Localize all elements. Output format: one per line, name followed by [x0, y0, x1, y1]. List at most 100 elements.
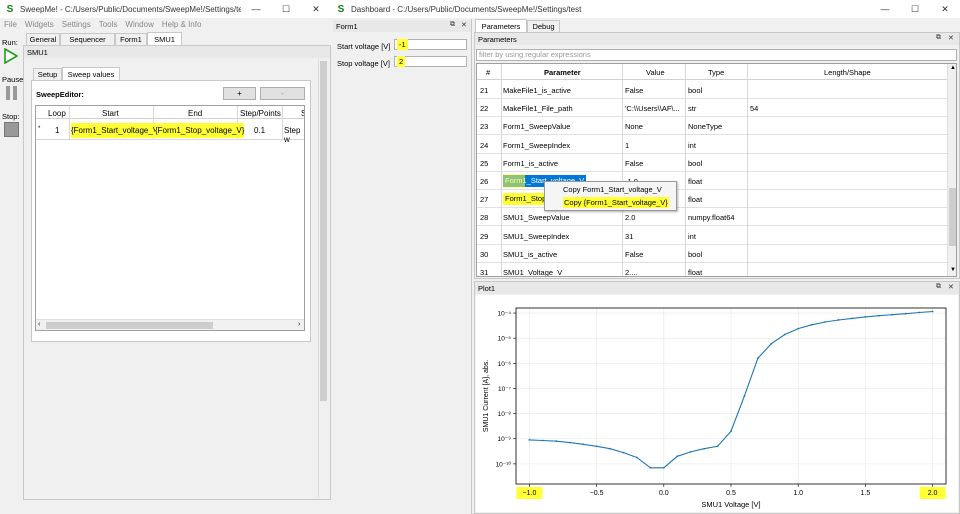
data-point — [622, 451, 625, 454]
parameter-filter-placeholder: filter by using regular expressions — [479, 50, 591, 59]
param-num: 24 — [480, 140, 489, 150]
param-name: SMU1_SweepValue — [503, 213, 570, 223]
form1-close-icon[interactable]: ✕ — [461, 21, 467, 29]
param-num: 26 — [480, 177, 489, 186]
parameter-row[interactable]: 22 MakeFile1_File_path 'C:\\Users\\AF\... s… — [477, 99, 947, 118]
start-voltage-value: -1 — [397, 39, 408, 50]
run-label: Run: — [2, 38, 18, 47]
data-point — [783, 333, 786, 336]
parameter-table-scrollbar[interactable]: ▲ ▼ — [947, 64, 956, 276]
param-num: 22 — [480, 104, 489, 114]
parameter-row[interactable]: 21 MakeFile1_is_active False bool — [477, 81, 947, 99]
menu-help[interactable]: Help & Info — [162, 20, 202, 29]
subtab-setup[interactable]: Setup — [33, 68, 62, 80]
cell-s[interactable]: Step w — [284, 126, 304, 144]
parameter-row[interactable]: 29 SMU1_SweepIndex 31 int — [477, 227, 947, 245]
dashboard-minimize-icon[interactable]: — — [870, 0, 900, 18]
context-copy-braced[interactable]: Copy {Form1_Start_voltage_V} — [563, 197, 669, 208]
subtab-sweep-values[interactable]: Sweep values — [62, 67, 120, 80]
param-col-value: Value — [646, 68, 665, 77]
param-length: 54 — [750, 104, 759, 114]
parameter-row[interactable]: 25 Form1_is_active False bool — [477, 154, 947, 172]
y-tick-label: 10⁻⁶ — [498, 361, 512, 368]
parameter-row[interactable]: 31 SMU1_Voltage_V 2.... float — [477, 263, 947, 277]
menu-tools[interactable]: Tools — [99, 20, 118, 29]
parameter-row[interactable]: 24 Form1_SweepIndex 1 int — [477, 136, 947, 154]
parameters-float-icon[interactable]: ⧉ — [936, 34, 941, 42]
stop-voltage-value: 2 — [397, 56, 406, 67]
param-col-length: Length/Shape — [824, 68, 871, 77]
cell-loop[interactable]: 1 — [55, 126, 59, 135]
iv-chart[interactable]: −1.0 −0.5 0.0 0.5 1.0 1.5 2.0 10⁻¹⁰ 10⁻⁹ 10⁻⁸ 10⁻… — [476, 295, 958, 512]
play-icon — [4, 47, 19, 65]
param-value: 'C:\\Users\\AF\... — [625, 104, 680, 114]
param-type: int — [688, 140, 696, 150]
data-point — [609, 447, 611, 450]
scroll-right-icon[interactable]: › — [298, 321, 300, 328]
form1-float-icon[interactable]: ⧉ — [450, 21, 455, 29]
data-point — [904, 312, 907, 315]
data-point — [810, 323, 813, 326]
table-row[interactable]: * 1 {Form1_Start_voltage_V} {Form1_Stop_… — [36, 120, 304, 144]
start-voltage-input[interactable]: -1 — [394, 39, 467, 50]
data-point — [877, 314, 880, 317]
minimize-icon[interactable]: — — [241, 0, 271, 18]
cell-end[interactable]: {Form1_Stop_voltage_V} — [155, 123, 245, 138]
tab-smu1[interactable]: SMU1 — [147, 32, 182, 45]
param-name: MakeFile1_is_active — [503, 86, 571, 95]
tab-general[interactable]: General — [26, 33, 60, 45]
tab-form1[interactable]: Form1 — [115, 33, 147, 45]
remove-row-button[interactable]: - — [260, 87, 305, 100]
maximize-icon[interactable]: ☐ — [271, 0, 301, 18]
dashboard-close-icon[interactable]: ✕ — [930, 0, 960, 18]
parameter-row[interactable]: 30 SMU1_is_active False bool — [477, 245, 947, 263]
plot-close-icon[interactable]: ✕ — [948, 283, 954, 291]
param-value: False — [625, 158, 644, 168]
menu-widgets[interactable]: Widgets — [25, 20, 54, 29]
parameter-filter-input[interactable]: filter by using regular expressions — [476, 49, 957, 61]
dashboard-titlebar: S Dashboard - C:/Users/Public/Documents/… — [331, 0, 960, 18]
data-point — [891, 313, 894, 316]
param-name: SMU1_Voltage_V — [503, 268, 563, 277]
scroll-left-icon[interactable]: ‹ — [38, 321, 40, 328]
tab-parameters[interactable]: Parameters — [475, 19, 527, 32]
dashboard-logo-icon: S — [337, 3, 345, 15]
context-menu: Copy Form1_Start_voltage_V Copy {Form1_S… — [544, 181, 677, 211]
plot-float-icon[interactable]: ⧉ — [936, 283, 941, 291]
stop-voltage-input[interactable]: 2 — [394, 56, 467, 67]
sweepme-logo-icon: S — [6, 3, 14, 15]
scroll-down-icon[interactable]: ▼ — [950, 267, 956, 273]
remove-row-label: - — [281, 89, 284, 98]
selected-cell-highlight — [503, 174, 525, 188]
module-scrollbar[interactable] — [318, 59, 328, 497]
cell-start[interactable]: {Form1_Start_voltage_V} — [71, 123, 161, 138]
run-button[interactable] — [4, 47, 19, 65]
param-value: 2.... — [625, 268, 638, 277]
dashboard-maximize-icon[interactable]: ☐ — [900, 0, 930, 18]
tab-debug[interactable]: Debug — [527, 20, 560, 32]
parameter-row[interactable]: 28 SMU1_SweepValue 2.0 numpy.float64 — [477, 208, 947, 227]
param-value: None — [625, 122, 643, 132]
col-header-end: End — [188, 109, 203, 118]
cell-step[interactable]: 0.1 — [254, 126, 265, 135]
menu-file[interactable]: File — [4, 20, 17, 29]
stop-button[interactable] — [4, 122, 19, 137]
tab-sequencer[interactable]: Sequencer — [60, 33, 115, 45]
pause-button[interactable] — [5, 85, 19, 101]
y-axis-label: SMU1 Current [A], abs. — [483, 360, 490, 432]
scroll-up-icon[interactable]: ▲ — [950, 65, 956, 71]
menu-window[interactable]: Window — [125, 20, 153, 29]
context-copy-name[interactable]: Copy Form1_Start_voltage_V — [563, 185, 662, 194]
y-tick-label: 10⁻⁹ — [498, 436, 512, 443]
parameter-row[interactable]: 23 Form1_SweepValue None NoneType — [477, 117, 947, 136]
close-icon[interactable]: ✕ — [301, 0, 331, 18]
parameters-close-icon[interactable]: ✕ — [948, 34, 954, 42]
param-value: False — [625, 86, 644, 95]
plot-title: Plot1 — [475, 282, 959, 294]
module-title: SMU1 — [24, 46, 330, 58]
table-hscrollbar[interactable]: ‹ › — [36, 319, 304, 330]
add-row-button[interactable]: + — [223, 87, 256, 100]
data-point — [703, 447, 706, 450]
param-num: 31 — [480, 268, 489, 277]
menu-settings[interactable]: Settings — [62, 20, 91, 29]
